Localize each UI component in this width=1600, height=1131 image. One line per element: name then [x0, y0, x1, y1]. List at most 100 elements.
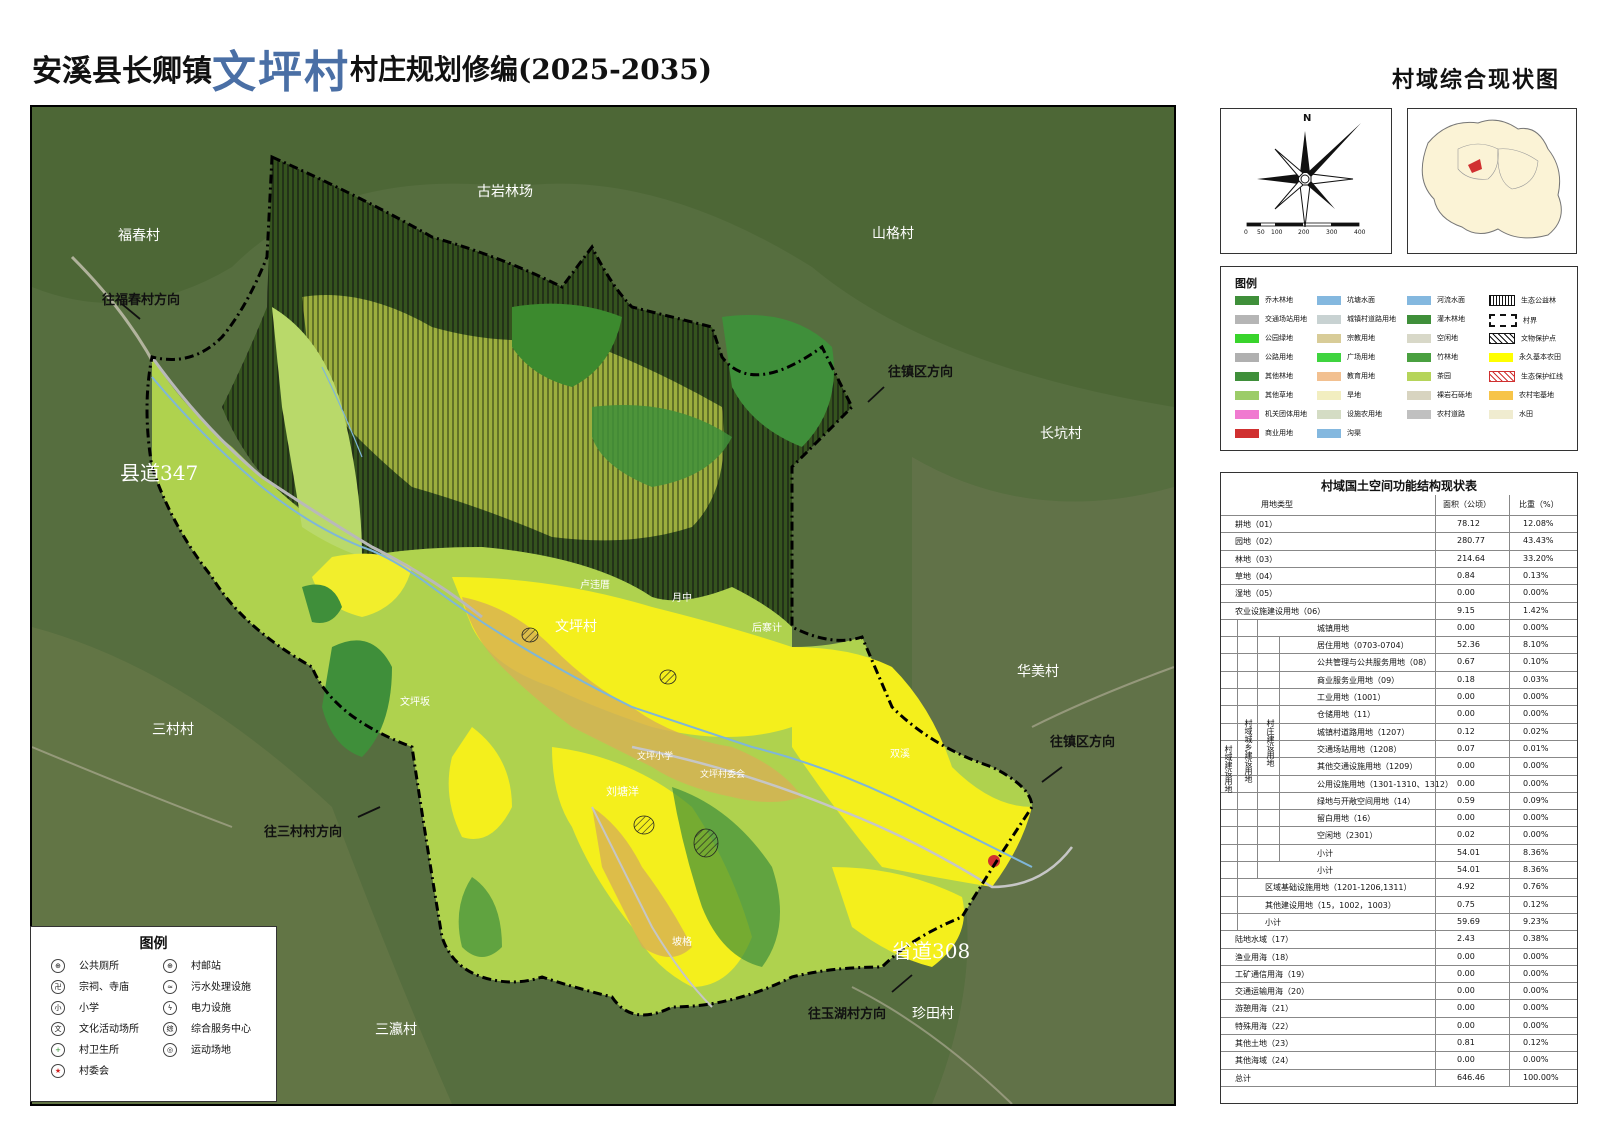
- table-rule: [1221, 566, 1577, 568]
- table-row-pct: 0.00%: [1523, 813, 1549, 823]
- table-row-area: 0.67: [1457, 657, 1475, 667]
- legend-label: 乔木林地: [1265, 296, 1293, 304]
- table-row-area: 646.46: [1457, 1072, 1485, 1082]
- table-rule: [1221, 532, 1577, 534]
- legend-swatch: [1235, 295, 1259, 305]
- legend-label: 其他草地: [1265, 391, 1293, 399]
- table-row-pct: 1.42%: [1523, 605, 1549, 615]
- table-row-name: 草地（04）: [1235, 571, 1278, 581]
- legend-swatch: [1489, 371, 1515, 382]
- table-row-name: 特殊用海（22）: [1235, 1021, 1294, 1031]
- facility-legend-item: ⊕ 村邮站: [163, 957, 221, 973]
- school-icon: 小: [51, 1001, 65, 1015]
- legend-item: 交通场站用地: [1235, 314, 1307, 324]
- label-yuezhong: 月中: [672, 593, 692, 604]
- table-row-name: 其他土地（23）: [1235, 1039, 1294, 1048]
- table-row-area: 214.64: [1457, 553, 1485, 563]
- legend-item: 旱地: [1317, 390, 1361, 400]
- legend-label: 竹林地: [1437, 353, 1458, 361]
- legend-swatch: [1235, 409, 1259, 419]
- location-inset-map: [1407, 108, 1577, 254]
- table-rule: [1221, 1034, 1577, 1035]
- table-row-pct: 9.23%: [1523, 916, 1549, 926]
- legend-swatch: [1407, 390, 1431, 400]
- table-row-name: 工矿通信用海（19）: [1235, 969, 1310, 979]
- facility-legend-label: 村委会: [79, 1066, 109, 1077]
- table-row-area: 0.00: [1457, 1020, 1475, 1030]
- table-row-pct: 0.00%: [1523, 761, 1549, 771]
- table-row-pct: 33.20%: [1523, 553, 1554, 563]
- legend-swatch: [1235, 428, 1259, 438]
- label-liutangyang: 刘塘洋: [606, 785, 639, 798]
- table-row-area: 0.75: [1457, 899, 1475, 909]
- scale-tick-0: 0: [1244, 229, 1248, 236]
- facility-legend-label: 宗祠、寺庙: [79, 982, 129, 993]
- table-row-pct: 0.09%: [1523, 795, 1549, 805]
- compass-panel: N 0 50 100 200 300 400: [1220, 108, 1392, 254]
- table-row-name: 湿地（05）: [1235, 589, 1278, 599]
- legend-label: 城镇村道路用地: [1347, 315, 1396, 323]
- legend-swatch: [1489, 409, 1513, 419]
- legend-item: 沟渠: [1317, 428, 1361, 438]
- table-rule: [1221, 636, 1577, 638]
- legend-item: 其他林地: [1235, 371, 1293, 381]
- table-row-pct: 0.38%: [1523, 934, 1549, 944]
- table-rule: [1221, 688, 1577, 689]
- legend-label: 设施农用地: [1347, 410, 1382, 418]
- table-row-pct: 0.12%: [1523, 899, 1549, 909]
- table-row-pct: 0.00%: [1523, 951, 1549, 961]
- table-row-name: 陆地水域（17）: [1235, 935, 1294, 945]
- legend-label: 坑塘水面: [1347, 296, 1375, 304]
- legend-label: 交通场站用地: [1265, 315, 1307, 323]
- legend-label: 裸岩石砾地: [1437, 391, 1472, 399]
- table-row-pct: 8.36%: [1523, 847, 1549, 857]
- legend-swatch: [1489, 352, 1513, 362]
- table-row-pct: 8.36%: [1523, 865, 1549, 874]
- table-row-area: 2.43: [1457, 934, 1475, 944]
- legend-item: 乔木林地: [1235, 295, 1293, 305]
- table-rule: [1221, 670, 1577, 672]
- table-row-area: 0.84: [1457, 570, 1475, 580]
- landuse-legend-title: 图例: [1235, 277, 1257, 290]
- table-rule: [1221, 1085, 1577, 1087]
- facility-legend-item: ϟ 电力设施: [163, 999, 231, 1015]
- table-row-name: 游憩用海（21）: [1235, 1004, 1294, 1014]
- legend-swatch: [1235, 371, 1259, 381]
- table-row-pct: 0.00%: [1523, 778, 1549, 788]
- table-row-area: 0.12: [1457, 726, 1475, 736]
- clinic-icon: +: [51, 1043, 65, 1057]
- legend-swatch: [1235, 314, 1259, 324]
- table-row-name: 耕地（01）: [1235, 520, 1278, 529]
- legend-item: 河流水面: [1407, 295, 1465, 305]
- label-sanying: 三瀛村: [375, 1022, 417, 1038]
- label-wenping: 文坪村: [555, 619, 597, 635]
- scale-tick-4: 300: [1326, 229, 1338, 236]
- legend-swatch: [1407, 295, 1431, 305]
- title-prefix: 安溪县长卿镇: [32, 54, 212, 89]
- table-row-name: 其他海域（24）: [1235, 1056, 1294, 1066]
- legend-item: 宗教用地: [1317, 333, 1375, 343]
- table-row-pct: 0.00%: [1523, 1055, 1549, 1065]
- legend-swatch: [1317, 314, 1341, 324]
- table-rule: [1221, 912, 1577, 914]
- dir-to-yuhu: 往玉湖村方向: [808, 1007, 887, 1022]
- table-rule: [1221, 584, 1577, 586]
- table-row-area: 0.00: [1457, 951, 1475, 961]
- table-row-name: 园地（02）: [1235, 537, 1278, 547]
- page-title: 安溪县长卿镇文坪村村庄规划修编(2025-2035): [32, 36, 712, 98]
- table-rule: [1221, 774, 1577, 776]
- service-icon: 综: [163, 1022, 177, 1036]
- table-row-area: 0.00: [1457, 813, 1475, 823]
- table-rule: [1221, 861, 1577, 862]
- committee-icon: ★: [51, 1064, 65, 1078]
- power-icon: ϟ: [163, 1001, 177, 1015]
- facility-legend-label: 运动场地: [191, 1045, 231, 1056]
- legend-swatch: [1489, 314, 1517, 327]
- table-row-area: 0.18: [1457, 674, 1475, 684]
- table-row-pct: 0.00%: [1523, 588, 1549, 598]
- scale-tick-1: 50: [1257, 229, 1265, 236]
- legend-label: 教育用地: [1347, 372, 1375, 380]
- table-row-pct: 12.08%: [1523, 519, 1554, 528]
- facility-legend-label: 小学: [79, 1003, 99, 1014]
- table-row-name: 城镇村道路用地（1207）: [1317, 727, 1410, 737]
